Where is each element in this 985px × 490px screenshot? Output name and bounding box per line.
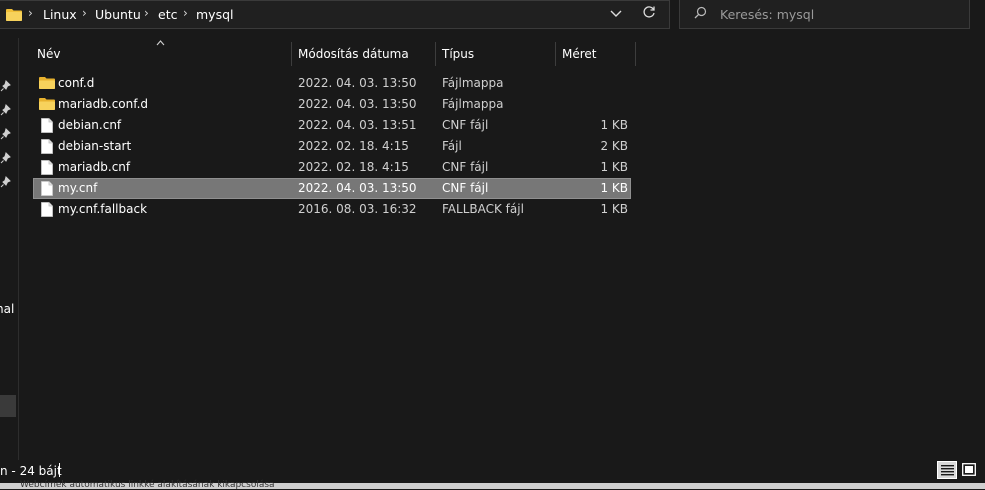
file-type: Fájlmappa <box>442 97 504 111</box>
column-divider[interactable] <box>291 42 292 66</box>
pin-icon[interactable] <box>0 152 16 166</box>
breadcrumb-separator: › <box>183 6 188 20</box>
file-type: FALLBACK fájl <box>442 202 524 216</box>
refresh-icon[interactable] <box>637 5 661 25</box>
file-date: 2022. 02. 18. 4:15 <box>298 139 409 153</box>
file-date: 2016. 08. 03. 16:32 <box>298 202 417 216</box>
file-size: 1 KB <box>600 181 628 195</box>
file-name: my.cnf <box>58 181 98 195</box>
status-text: n - 24 bájt <box>0 464 62 478</box>
file-icon <box>41 139 53 157</box>
file-name: mariadb.conf.d <box>58 97 149 111</box>
file-name: mariadb.cnf <box>58 160 131 174</box>
table-row[interactable]: mariadb.conf.d 2022. 04. 03. 13:50 Fájlm… <box>33 94 631 115</box>
file-date: 2022. 04. 03. 13:50 <box>298 181 417 195</box>
file-icon <box>41 160 53 178</box>
column-header-type[interactable]: Típus <box>442 47 474 67</box>
folder-icon <box>39 97 55 114</box>
large-icons-view-button[interactable] <box>959 461 979 479</box>
folder-icon <box>39 76 55 93</box>
breadcrumb-separator: › <box>28 6 33 20</box>
file-icon <box>41 118 53 136</box>
file-type: Fájlmappa <box>442 76 504 90</box>
table-row[interactable]: conf.d 2022. 04. 03. 13:50 Fájlmappa <box>33 73 631 94</box>
navigation-pane: nal <box>0 38 19 460</box>
file-icon <box>41 181 53 199</box>
details-view-icon <box>941 465 954 479</box>
column-header-name[interactable]: Név <box>37 47 60 67</box>
details-view-button[interactable] <box>937 461 957 479</box>
file-name: debian.cnf <box>58 118 122 132</box>
search-box[interactable]: Keresés: mysql <box>679 0 970 29</box>
file-type: CNF fájl <box>442 160 489 174</box>
table-row[interactable]: debian.cnf 2022. 04. 03. 13:51 CNF fájl … <box>33 115 631 136</box>
table-row[interactable]: mariadb.cnf 2022. 02. 18. 4:15 CNF fájl … <box>33 157 631 178</box>
pin-icon[interactable] <box>0 176 16 190</box>
chevron-down-icon[interactable] <box>604 5 628 25</box>
file-date: 2022. 04. 03. 13:50 <box>298 76 417 90</box>
file-size: 2 KB <box>600 139 628 153</box>
folder-icon <box>6 8 22 24</box>
nav-item-label[interactable]: nal <box>0 302 14 316</box>
column-header-date[interactable]: Módosítás dátuma <box>298 47 409 67</box>
column-header-size[interactable]: Méret <box>562 47 597 67</box>
pin-icon[interactable] <box>0 104 16 118</box>
file-size: 1 KB <box>600 202 628 216</box>
file-name: debian-start <box>58 139 132 153</box>
file-date: 2022. 04. 03. 13:51 <box>298 118 417 132</box>
status-separator <box>59 463 60 477</box>
column-divider[interactable] <box>435 42 436 66</box>
file-type: Fájl <box>442 139 462 153</box>
column-divider[interactable] <box>555 42 556 66</box>
breadcrumb-item-mysql[interactable]: mysql <box>196 7 234 22</box>
file-type: CNF fájl <box>442 118 489 132</box>
breadcrumb-item-etc[interactable]: etc <box>158 7 177 22</box>
large-icons-view-icon <box>962 463 976 479</box>
sort-ascending-icon <box>156 38 165 49</box>
column-divider[interactable] <box>635 42 636 66</box>
file-type: CNF fájl <box>442 181 489 195</box>
file-date: 2022. 04. 03. 13:50 <box>298 97 417 111</box>
file-date: 2022. 02. 18. 4:15 <box>298 160 409 174</box>
table-row-selected[interactable]: my.cnf 2022. 04. 03. 13:50 CNF fájl 1 KB <box>33 178 631 199</box>
file-name: conf.d <box>58 76 95 90</box>
address-bar[interactable]: › Linux › Ubuntu › etc › mysql <box>0 0 670 29</box>
pin-icon[interactable] <box>0 128 16 142</box>
table-row[interactable]: debian-start 2022. 02. 18. 4:15 Fájl 2 K… <box>33 136 631 157</box>
pin-icon[interactable] <box>0 80 16 94</box>
breadcrumb-separator: › <box>82 6 87 20</box>
nav-item-selected[interactable] <box>0 395 16 417</box>
file-name: my.cnf.fallback <box>58 202 148 216</box>
file-icon <box>41 202 53 220</box>
breadcrumb-item-ubuntu[interactable]: Ubuntu <box>95 7 141 22</box>
file-size: 1 KB <box>600 160 628 174</box>
search-input[interactable]: Keresés: mysql <box>720 7 814 22</box>
table-row[interactable]: my.cnf.fallback 2016. 08. 03. 16:32 FALL… <box>33 199 631 220</box>
search-icon <box>694 6 708 20</box>
breadcrumb-item-linux[interactable]: Linux <box>43 7 77 22</box>
scrollbar[interactable] <box>976 38 985 458</box>
file-size: 1 KB <box>600 118 628 132</box>
breadcrumb-separator: › <box>144 6 149 20</box>
